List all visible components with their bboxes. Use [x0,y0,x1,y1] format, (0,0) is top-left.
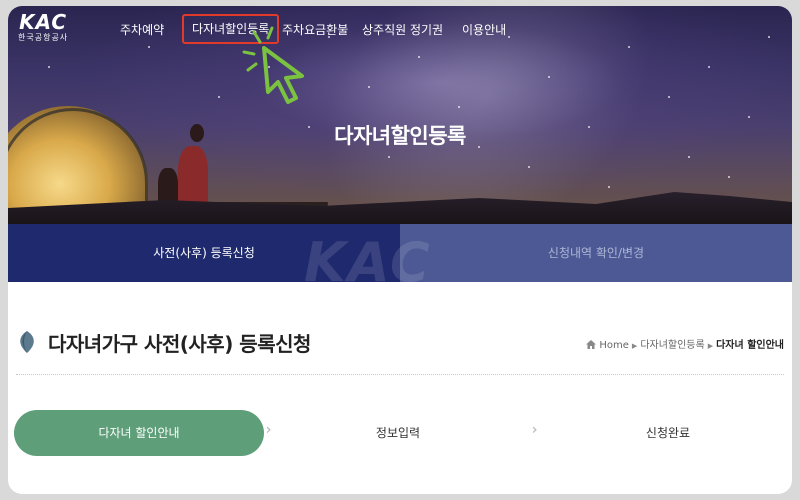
step-complete: 신청완료 [645,426,691,440]
leaf-icon [20,331,34,353]
nav-item-usage-guide[interactable]: 이용안내 [462,20,506,40]
kac-watermark: KAC [304,231,432,294]
click-cursor-icon [242,26,304,104]
nav-item-staff-pass[interactable]: 상주직원 정기권 [362,20,443,40]
breadcrumb-home[interactable]: Home [599,340,629,351]
home-icon [586,340,597,349]
progress-steps: 다자녀 할인안내 ›› 정보입력 ›› 신청완료 [8,410,792,456]
breadcrumb-current: 다자녀 할인안내 [716,340,784,351]
person-silhouette [178,146,208,206]
step-info-input: 정보입력 [375,426,421,440]
breadcrumb-separator-icon: ▶ [631,342,638,350]
hero-title: 다자녀할인등록 [334,124,466,148]
tab-bar: 사전(사후) 등록신청 신청내역 확인/변경 KAC [8,224,792,290]
main-nav: 주차예약 다자녀할인등록 주차요금환불 상주직원 정기권 이용안내 [8,14,792,44]
breadcrumb-separator-icon: ▶ [707,342,714,350]
tab-history[interactable]: 신청내역 확인/변경 [400,224,792,282]
nav-item-parking-reservation[interactable]: 주차예약 [120,20,164,40]
section-header: 다자녀가구 사전(사후) 등록신청 Home ▶ 다자녀할인등록 ▶ 다자녀 할인안내 [8,324,792,364]
step-discount-info: 다자녀 할인안내 [14,410,264,456]
breadcrumb: Home ▶ 다자녀할인등록 ▶ 다자녀 할인안내 [586,336,784,351]
hero-banner: KAC 한국공항공사 주차예약 다자녀할인등록 주차요금환불 상주직원 정기권 … [8,6,792,224]
section-divider [16,374,784,375]
page-title: 다자녀가구 사전(사후) 등록신청 [48,332,311,356]
browser-frame: KAC 한국공항공사 주차예약 다자녀할인등록 주차요금환불 상주직원 정기권 … [8,6,792,494]
breadcrumb-parent[interactable]: 다자녀할인등록 [640,340,704,351]
